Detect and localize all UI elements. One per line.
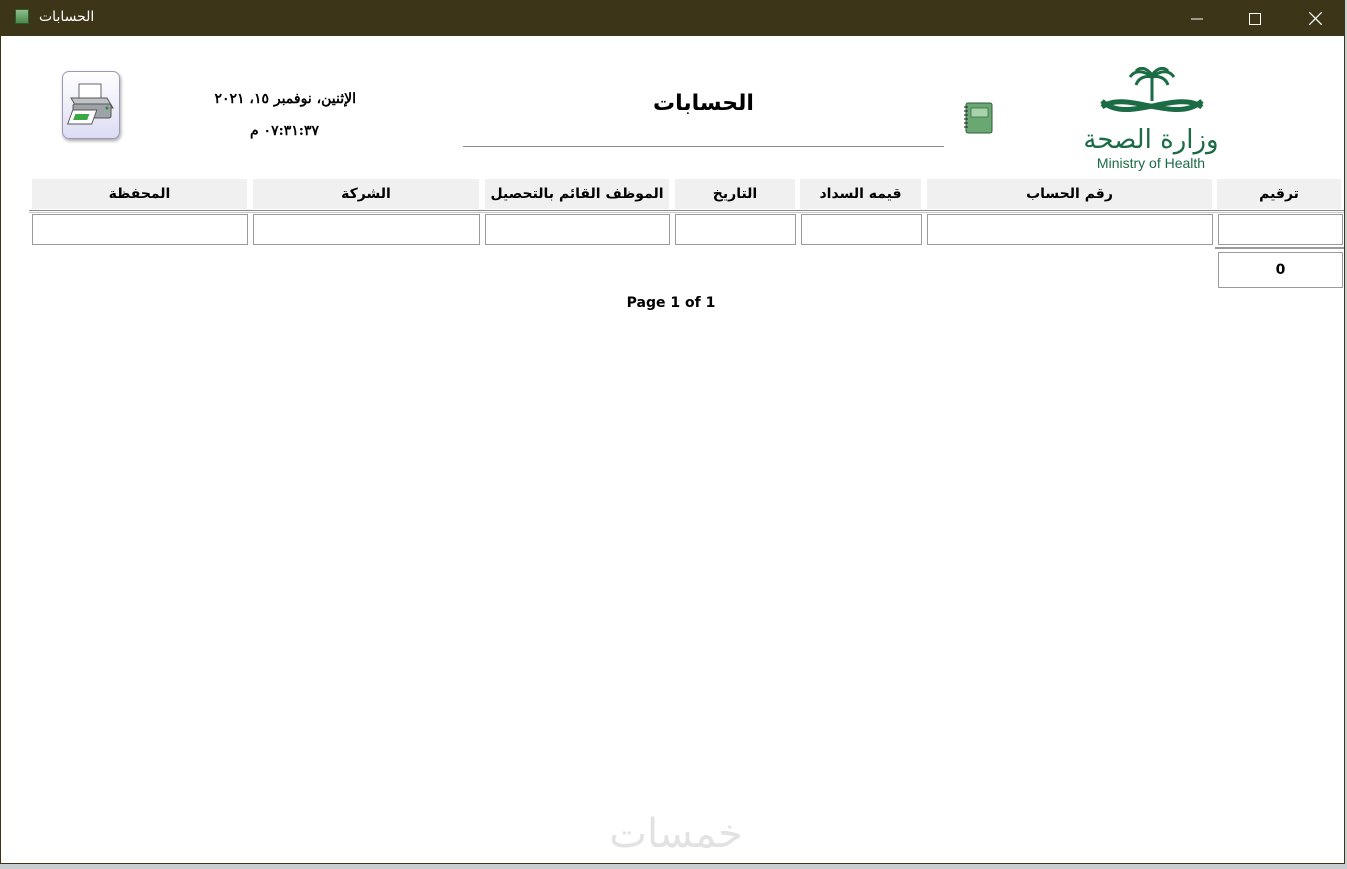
notebook-icon: [964, 102, 993, 134]
cell-payment-value: [801, 214, 922, 245]
minimize-button[interactable]: [1168, 1, 1226, 36]
column-header-payment-value: قيمه السداد: [800, 179, 921, 209]
cell-collector: [485, 214, 670, 245]
report-window: الحسابات الإثنين، نوفمبر ١٥، ٢٠٢١ ٠٧:٣١:…: [0, 0, 1345, 864]
header-separator-shadow: [29, 212, 1344, 213]
cell-numbering: [1218, 214, 1343, 245]
cell-company: [253, 214, 480, 245]
total-separator: [1215, 247, 1344, 249]
ministry-logo: وزارة الصحة Ministry of Health: [1076, 67, 1226, 175]
column-header-wallet: المحفظة: [32, 179, 247, 209]
cell-account-number: [927, 214, 1213, 245]
column-header-numbering: ترقيم: [1217, 179, 1341, 209]
column-header-collector: الموظف القائم بالتحصيل: [485, 179, 669, 209]
minimize-icon: [1191, 18, 1203, 19]
cell-wallet: [32, 214, 248, 245]
report-title: الحسابات: [653, 91, 754, 116]
maximize-button[interactable]: [1226, 1, 1284, 36]
close-button[interactable]: [1286, 1, 1344, 36]
logo-english-text: Ministry of Health: [1096, 155, 1206, 171]
header-separator: [29, 210, 1344, 211]
window-title: الحسابات: [39, 9, 95, 25]
maximize-icon: [1249, 12, 1261, 25]
total-count: 0: [1218, 252, 1343, 288]
printer-icon: [67, 83, 114, 125]
report-date: الإثنين، نوفمبر ١٥، ٢٠٢١: [214, 91, 356, 107]
report-time: ٠٧:٣١:٣٧ م: [250, 123, 319, 139]
app-icon: [15, 9, 29, 24]
print-button[interactable]: [62, 71, 120, 139]
column-header-account-number: رقم الحساب: [927, 179, 1212, 209]
cell-date: [675, 214, 796, 245]
page-indicator: Page 1 of 1: [626, 295, 716, 311]
logo-arabic-text: وزارة الصحة: [1083, 125, 1219, 155]
column-header-date: التاريخ: [675, 179, 795, 209]
title-underline: [463, 146, 944, 147]
watermark-text: خمسات: [609, 811, 743, 857]
palm-emblem-icon: [1100, 67, 1204, 113]
column-header-company: الشركة: [253, 179, 479, 209]
title-bar[interactable]: الحسابات: [1, 1, 1344, 36]
close-icon: [1308, 12, 1322, 25]
